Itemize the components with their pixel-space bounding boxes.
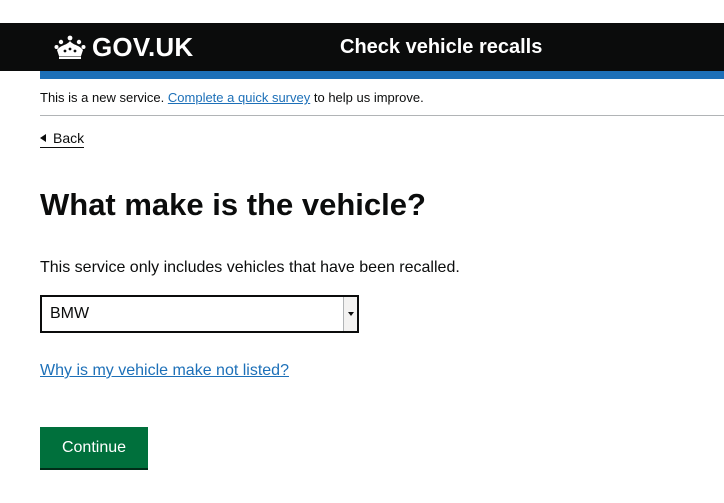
header-blue-bar (40, 71, 724, 79)
phase-banner: This is a new service. Complete a quick … (40, 89, 424, 106)
phase-banner-suffix: to help us improve. (313, 90, 424, 105)
phase-banner-text: This is a new service. (40, 90, 165, 105)
crown-icon (54, 35, 86, 59)
site-header: GOV.UK Check vehicle recalls (0, 23, 724, 71)
make-not-listed-link[interactable]: Why is my vehicle make not listed? (40, 361, 289, 381)
continue-button[interactable]: Continue (40, 427, 148, 468)
page-title: What make is the vehicle? (40, 187, 426, 222)
logo-text: GOV.UK (92, 32, 194, 62)
selected-make-value: BMW (50, 305, 90, 322)
back-link-label: Back (53, 130, 85, 146)
govuk-logo-link[interactable]: GOV.UK (54, 33, 193, 61)
select-arrow-button[interactable] (343, 297, 357, 331)
chevron-down-icon (347, 312, 354, 316)
phase-banner-divider (40, 115, 724, 116)
chevron-left-icon (40, 134, 46, 142)
top-spacer (0, 0, 724, 23)
survey-link[interactable]: Complete a quick survey (168, 90, 310, 105)
hint-text: This service only includes vehicles that… (40, 259, 460, 276)
service-name-link[interactable]: Check vehicle recalls (340, 35, 542, 59)
back-link[interactable]: Back (40, 130, 85, 148)
vehicle-make-select[interactable]: BMW (40, 295, 359, 333)
